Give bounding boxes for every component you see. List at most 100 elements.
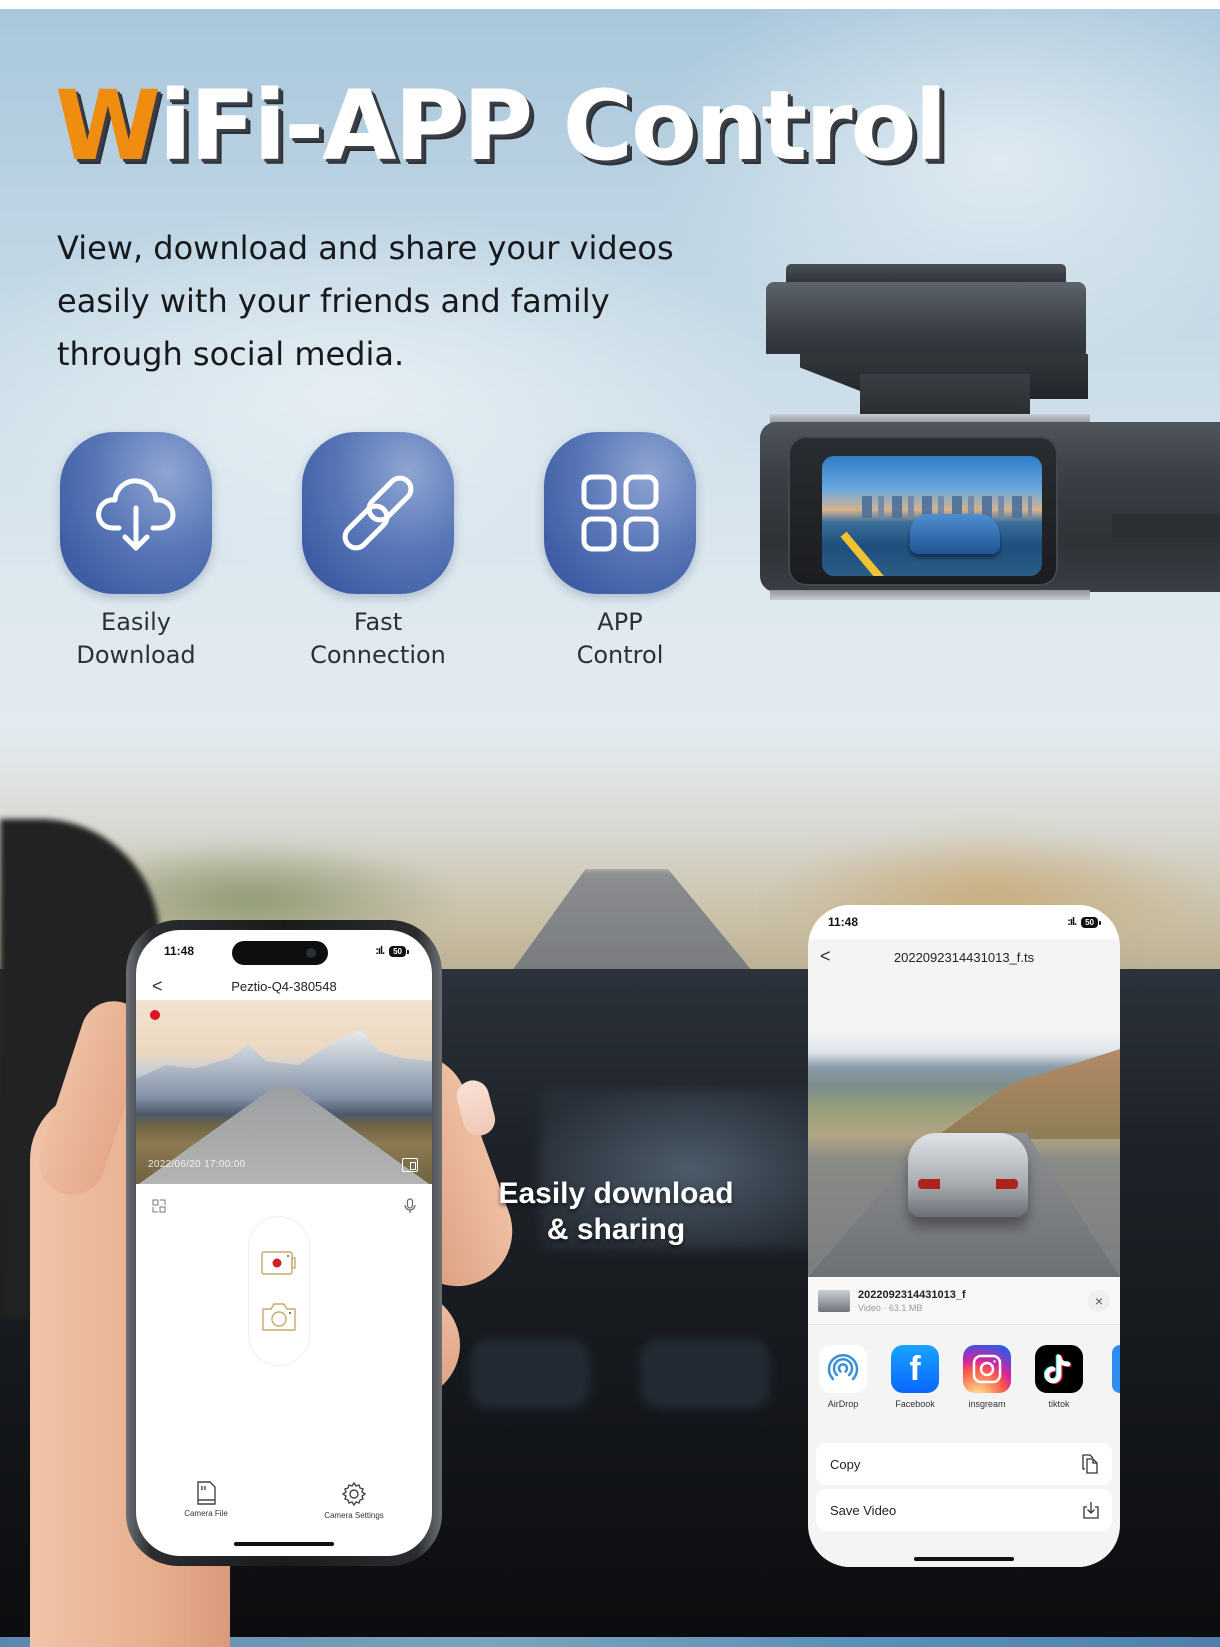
feature-label: Fast Connection [310, 606, 446, 672]
tab-camera-file[interactable]: Camera File [184, 1481, 228, 1520]
caption-line: Easily download [498, 1177, 734, 1210]
copy-icon [1082, 1454, 1098, 1474]
share-app-facebook[interactable]: f Facebook [890, 1345, 940, 1409]
feature-label-line: Control [576, 641, 664, 669]
action-label: Save Video [830, 1502, 897, 1518]
headline: WiFi-APP Control [55, 70, 948, 182]
feature-label-line: Connection [310, 641, 446, 669]
screen-car [910, 514, 1000, 554]
video-file-title: 2022092314431013_f.ts [893, 949, 1035, 965]
share-app-row: AirDrop f Facebook insgream tiktok [808, 1345, 1120, 1409]
share-app-tiktok[interactable]: tiktok [1034, 1345, 1084, 1409]
feature-label-line: Download [76, 641, 196, 669]
video-timestamp: 2022/06/20 17:00:00 [148, 1159, 246, 1170]
signal-icon: :ıl. [1067, 916, 1077, 928]
record-video-icon[interactable] [261, 1250, 297, 1276]
screen-lane-line [840, 531, 892, 576]
home-indicator [234, 1542, 334, 1546]
dashcam-product [760, 264, 1220, 614]
capture-controls [248, 1216, 310, 1366]
switch-camera-icon[interactable] [402, 1158, 418, 1172]
feature-tile [60, 432, 212, 594]
share-file-meta: Video · 63.1 MB [858, 1302, 923, 1313]
bottom-tab-bar: Camera File Camera Settings [136, 1481, 432, 1520]
share-app-instagram[interactable]: insgream [962, 1345, 1012, 1409]
share-file-name: 2022092314431013_f [858, 1288, 966, 1301]
signal-icon: :ıl. [375, 945, 385, 957]
phone-share-sheet: 11:48 :ıl. 50 < 2022092314431013_f.ts 20… [808, 905, 1120, 1567]
status-indicators: :ıl. 50 [1067, 916, 1101, 928]
video-hillside [932, 1049, 1120, 1139]
nav-bar: < 2022092314431013_f.ts [808, 939, 1120, 975]
video-player[interactable] [808, 1033, 1120, 1277]
dashcam-trim [770, 590, 1090, 600]
feature-app-control: APP Control [544, 432, 696, 672]
nav-bar: < Peztio-Q4-380548 [136, 972, 432, 1000]
device-title: Peztio-Q4-380548 [231, 978, 337, 994]
more-apps-peek[interactable] [1112, 1345, 1120, 1393]
take-photo-icon[interactable] [261, 1302, 297, 1332]
app-label: tiktok [1048, 1399, 1070, 1409]
share-app-airdrop[interactable]: AirDrop [818, 1345, 868, 1409]
file-info: 2022092314431013_f Video · 63.1 MB [858, 1289, 1088, 1313]
feature-label-line: Easily [101, 608, 171, 636]
action-save-video[interactable]: Save Video [816, 1489, 1112, 1531]
video-car [908, 1133, 1028, 1217]
dashcam-mount-neck [860, 374, 1030, 416]
home-indicator [914, 1557, 1014, 1561]
action-label: Copy [830, 1456, 861, 1472]
cloud-download-icon [96, 478, 176, 551]
feature-caption: Easily download & sharing [466, 1176, 766, 1248]
save-icon [1083, 1502, 1099, 1519]
battery-icon: 50 [389, 945, 409, 957]
status-bar: 11:48 :ıl. 50 [808, 905, 1120, 939]
dashcam-mount-adhesive [786, 264, 1066, 284]
tab-label: Camera File [184, 1509, 228, 1518]
subtitle-line: through social media. [57, 335, 405, 373]
dashcam-mount [766, 282, 1086, 354]
caption-line: & sharing [546, 1213, 686, 1246]
subtitle-line: View, download and share your videos [57, 229, 674, 267]
feature-fast-connection: Fast Connection [302, 432, 454, 672]
live-video-preview[interactable]: 2022/06/20 17:00:00 [136, 1000, 432, 1184]
battery-icon: 50 [1081, 916, 1101, 928]
dashcam-screen [822, 456, 1042, 576]
airdrop-icon [819, 1345, 867, 1393]
action-copy[interactable]: Copy [816, 1443, 1112, 1485]
status-time: 11:48 [828, 915, 859, 929]
status-time: 11:48 [164, 944, 195, 958]
dashboard-vent [640, 1339, 770, 1409]
fullscreen-toggle-icon[interactable] [152, 1199, 166, 1213]
instagram-icon [963, 1345, 1011, 1393]
dashcam-slot [1112, 514, 1220, 538]
tab-camera-settings[interactable]: Camera Settings [324, 1481, 384, 1520]
back-button[interactable]: < [820, 946, 831, 967]
tiktok-icon [1035, 1345, 1083, 1393]
feature-label: Easily Download [76, 606, 195, 672]
share-file-header: 2022092314431013_f Video · 63.1 MB × [808, 1277, 1120, 1325]
link-icon [342, 475, 414, 551]
feature-list: Easily Download Fast Connection APP Cont… [60, 432, 696, 672]
tab-label: Camera Settings [324, 1511, 384, 1520]
facebook-icon: f [891, 1345, 939, 1393]
feature-label-line: APP [597, 608, 643, 636]
feature-label: APP Control [577, 606, 664, 672]
status-bar: 11:48 :ıl. 50 [136, 930, 432, 972]
phone-screen: 11:48 :ıl. 50 < Peztio-Q4-380548 2022/06… [136, 930, 432, 1556]
close-share-button[interactable]: × [1088, 1289, 1110, 1312]
feature-label-line: Fast [353, 608, 403, 636]
microphone-icon[interactable] [404, 1198, 416, 1214]
headline-text: iFi-APP Control [158, 70, 948, 182]
subtitle: View, download and share your videos eas… [57, 222, 757, 381]
file-thumbnail [818, 1289, 850, 1312]
feature-tile [302, 432, 454, 594]
app-grid-icon [581, 474, 659, 552]
status-indicators: :ıl. 50 [375, 945, 409, 957]
back-button[interactable]: < [152, 976, 163, 997]
headline-accent-letter: W [55, 70, 161, 182]
phone-live-view: 11:48 :ıl. 50 < Peztio-Q4-380548 2022/06… [126, 920, 442, 1566]
subtitle-line: easily with your friends and family [57, 282, 610, 320]
app-label: insgream [968, 1399, 1006, 1409]
feature-tile [544, 432, 696, 594]
gear-icon [341, 1481, 367, 1507]
